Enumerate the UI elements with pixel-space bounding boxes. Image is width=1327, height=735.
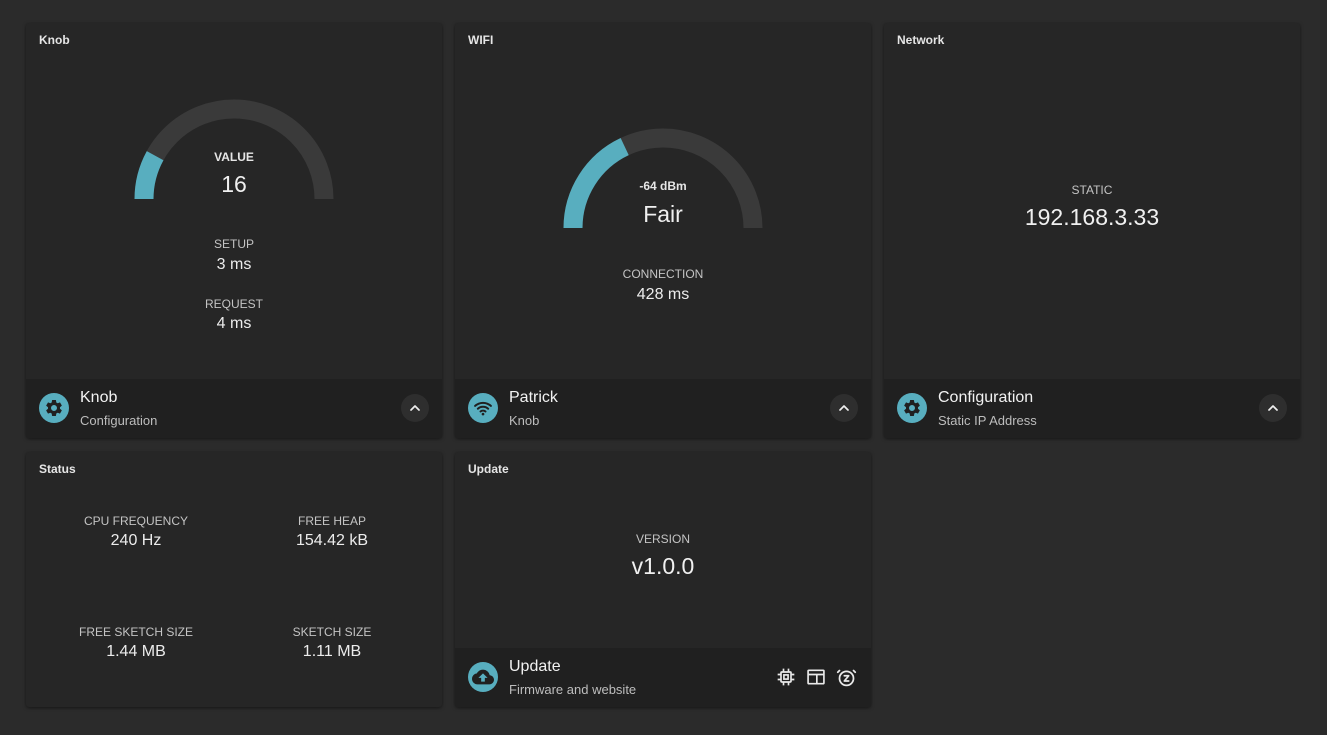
stat-label: SKETCH SIZE xyxy=(292,625,372,639)
chevron-up-icon xyxy=(1268,405,1278,411)
chevron-up-icon xyxy=(410,405,420,411)
browser-window-icon[interactable] xyxy=(805,666,827,688)
stat-sketch-size: SKETCH SIZE 1.11 MB xyxy=(232,625,432,661)
stat-value: 1.44 MB xyxy=(106,643,166,660)
stat-value: 1.11 MB xyxy=(302,643,362,660)
request-label: REQUEST xyxy=(204,297,263,311)
stat-value: 154.42 kB xyxy=(295,532,369,549)
signal-strength: -64 dBm xyxy=(639,179,687,193)
gear-icon xyxy=(897,393,927,423)
footer-title: Update xyxy=(509,658,561,675)
network-card: Network STATIC 192.168.3.33 Configuratio… xyxy=(884,23,1300,438)
card-title: Knob xyxy=(39,33,70,47)
footer-subtitle: Static IP Address xyxy=(938,413,1037,428)
alarm-snooze-icon[interactable] xyxy=(835,666,857,688)
footer-subtitle: Knob xyxy=(509,413,540,428)
request-value: 4 ms xyxy=(216,315,252,332)
footer-title: Knob xyxy=(80,389,118,406)
footer-subtitle: Firmware and website xyxy=(509,682,637,697)
stat-free-sketch-size: FREE SKETCH SIZE 1.44 MB xyxy=(36,625,236,661)
footer-title: Configuration xyxy=(938,389,1034,406)
cloud-upload-icon xyxy=(468,662,498,692)
expand-button[interactable] xyxy=(401,394,429,422)
ip-address: 192.168.3.33 xyxy=(1024,204,1160,230)
signal-quality: Fair xyxy=(643,201,683,227)
update-card: Update VERSION v1.0.0 Update Firmware an… xyxy=(455,452,871,707)
gear-icon xyxy=(39,393,69,423)
version-value: v1.0.0 xyxy=(631,553,695,579)
wifi-footer: Patrick Knob xyxy=(455,379,871,438)
setup-label: SETUP xyxy=(213,237,254,251)
chevron-up-icon xyxy=(839,405,849,411)
expand-button[interactable] xyxy=(830,394,858,422)
connection-value: 428 ms xyxy=(636,286,690,303)
ip-mode-label: STATIC xyxy=(1071,183,1113,197)
chip-icon[interactable] xyxy=(775,666,797,688)
gauge-label: VALUE xyxy=(214,150,254,164)
footer-subtitle: Configuration xyxy=(80,413,158,428)
expand-button[interactable] xyxy=(1259,394,1287,422)
stat-label: FREE HEAP xyxy=(297,514,366,528)
gauge-value: 16 xyxy=(221,171,247,197)
card-title: Update xyxy=(468,462,509,476)
stat-cpu-frequency: CPU FREQUENCY 240 Hz xyxy=(36,514,236,550)
stat-label: FREE SKETCH SIZE xyxy=(78,625,194,639)
wifi-card: WIFI -64 dBm Fair CONNECTION 428 ms Patr… xyxy=(455,23,871,438)
stat-label: CPU FREQUENCY xyxy=(83,514,188,528)
knob-footer: Knob Configuration xyxy=(26,379,442,438)
footer-title: Patrick xyxy=(509,389,558,406)
network-footer: Configuration Static IP Address xyxy=(884,379,1300,438)
card-title: Status xyxy=(39,462,76,476)
update-footer: Update Firmware and website xyxy=(455,648,871,707)
stat-value: 240 Hz xyxy=(110,532,162,549)
status-card: Status CPU FREQUENCY 240 Hz FREE HEAP 15… xyxy=(26,452,442,707)
connection-label: CONNECTION xyxy=(622,267,704,281)
version-label: VERSION xyxy=(635,532,690,546)
update-tools xyxy=(775,666,857,688)
setup-value: 3 ms xyxy=(216,256,252,273)
card-title: Network xyxy=(897,33,945,47)
stat-free-heap: FREE HEAP 154.42 kB xyxy=(232,514,432,550)
knob-card: Knob VALUE 16 SETUP 3 ms REQUEST 4 ms Kn… xyxy=(26,23,442,438)
card-title: WIFI xyxy=(468,33,494,47)
wifi-icon xyxy=(468,393,498,423)
